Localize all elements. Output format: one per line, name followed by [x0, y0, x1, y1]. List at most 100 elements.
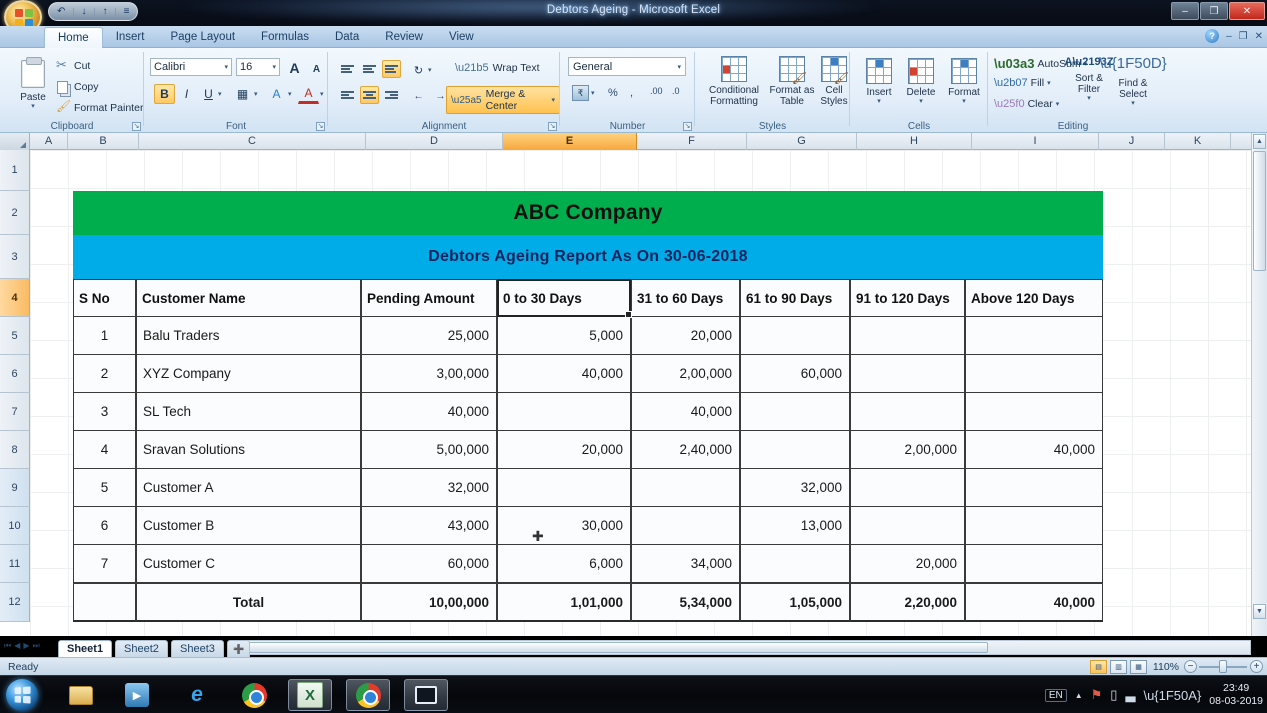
- cell-d0-30[interactable]: [497, 393, 631, 431]
- first-sheet-icon[interactable]: ⏮: [4, 641, 11, 651]
- row-header-4[interactable]: 4: [0, 279, 30, 317]
- cell-above120[interactable]: [965, 469, 1103, 507]
- cell-name[interactable]: Customer B: [136, 507, 361, 545]
- cell-name[interactable]: Sravan Solutions: [136, 431, 361, 469]
- align-right-button[interactable]: [382, 86, 401, 104]
- sheet-tab-sheet2[interactable]: Sheet2: [115, 640, 168, 657]
- close-button[interactable]: ✕: [1229, 2, 1265, 20]
- orientation-button[interactable]: ↻: [408, 60, 429, 80]
- security-shield-icon[interactable]: ⚑: [1091, 687, 1103, 703]
- copy-button[interactable]: Copy: [56, 80, 99, 94]
- cell-d61-90[interactable]: [740, 317, 850, 355]
- cell-name[interactable]: Customer A: [136, 469, 361, 507]
- delete-cells-button[interactable]: Delete ▾: [902, 58, 940, 106]
- row-header-6[interactable]: 6: [0, 355, 30, 393]
- cell-d91-120[interactable]: [850, 393, 965, 431]
- insert-cells-button[interactable]: Insert ▾: [860, 58, 898, 106]
- align-middle-button[interactable]: [360, 60, 379, 78]
- cell-pending[interactable]: 3,00,000: [361, 355, 497, 393]
- column-header-d[interactable]: D: [366, 133, 503, 150]
- taskbar-internet-explorer-icon[interactable]: e: [182, 680, 212, 710]
- total-cell-sno[interactable]: [73, 583, 136, 622]
- column-header-f[interactable]: F: [637, 133, 747, 150]
- clock[interactable]: 23:49 08-03-2019: [1209, 682, 1263, 708]
- italic-button[interactable]: I: [176, 84, 197, 104]
- cell-styles-button[interactable]: Cell Styles: [817, 56, 851, 107]
- font-color-chevron-down-icon[interactable]: ▾: [320, 90, 324, 98]
- tab-insert[interactable]: Insert: [103, 27, 158, 48]
- cell-d31-60[interactable]: [631, 507, 740, 545]
- header-cell-customer-name[interactable]: Customer Name: [136, 279, 361, 317]
- number-format-combobox[interactable]: General ▾: [568, 57, 686, 76]
- network-icon[interactable]: ▃: [1125, 687, 1135, 703]
- close-workbook-icon[interactable]: ✕: [1255, 31, 1263, 42]
- cell-sno[interactable]: 5: [73, 469, 136, 507]
- row-header-8[interactable]: 8: [0, 431, 30, 469]
- cell-d61-90[interactable]: [740, 545, 850, 583]
- cell-pending[interactable]: 5,00,000: [361, 431, 497, 469]
- number-format-chevron-down-icon[interactable]: ▾: [677, 63, 681, 71]
- column-header-j[interactable]: J: [1099, 133, 1165, 150]
- row-header-9[interactable]: 9: [0, 469, 30, 507]
- find-and-select-button[interactable]: \u{1F50D} Find & Select ▾: [1112, 56, 1154, 107]
- cell-d31-60[interactable]: 20,000: [631, 317, 740, 355]
- taskbar-media-player-icon[interactable]: ▶: [122, 680, 152, 710]
- total-cell-d31-60[interactable]: 5,34,000: [631, 583, 740, 622]
- tab-formulas[interactable]: Formulas: [248, 27, 322, 48]
- header-cell-pending-amount[interactable]: Pending Amount: [361, 279, 497, 317]
- row-header-5[interactable]: 5: [0, 317, 30, 355]
- select-all-button[interactable]: [0, 133, 30, 150]
- cell-d91-120[interactable]: [850, 507, 965, 545]
- grow-font-button[interactable]: A: [284, 58, 305, 78]
- align-center-button[interactable]: [360, 86, 379, 104]
- conditional-formatting-button[interactable]: Conditional Formatting: [703, 56, 765, 107]
- cell-sno[interactable]: 3: [73, 393, 136, 431]
- shrink-font-button[interactable]: A: [306, 59, 327, 79]
- alignment-dialog-launcher[interactable]: ↘: [548, 122, 557, 131]
- fill-color-button[interactable]: A: [266, 84, 287, 104]
- cell-d91-120[interactable]: [850, 355, 965, 393]
- cell-d0-30[interactable]: 20,000: [497, 431, 631, 469]
- restore-workbook-icon[interactable]: ❐: [1239, 31, 1248, 42]
- cell-d61-90[interactable]: [740, 393, 850, 431]
- row-header-12[interactable]: 12: [0, 583, 30, 622]
- column-header-h[interactable]: H: [857, 133, 972, 150]
- cell-d0-30[interactable]: 5,000: [497, 317, 631, 355]
- paste-chevron-down-icon[interactable]: ▾: [31, 103, 35, 111]
- accounting-format-button[interactable]: ₹ ▾: [572, 85, 595, 101]
- total-cell-d0-30[interactable]: 1,01,000: [497, 583, 631, 622]
- sheet-tab-sheet3[interactable]: Sheet3: [171, 640, 224, 657]
- cell-d31-60[interactable]: 2,00,000: [631, 355, 740, 393]
- total-cell-above120[interactable]: 40,000: [965, 583, 1103, 622]
- language-indicator[interactable]: EN: [1045, 689, 1067, 702]
- tab-page-layout[interactable]: Page Layout: [157, 27, 248, 48]
- merge-chevron-down-icon[interactable]: ▾: [551, 96, 555, 104]
- cell-sno[interactable]: 1: [73, 317, 136, 355]
- page-break-view-button[interactable]: ▦: [1130, 660, 1147, 674]
- delete-chevron-down-icon[interactable]: ▾: [919, 98, 923, 106]
- column-header-b[interactable]: B: [68, 133, 139, 150]
- cell-above120[interactable]: [965, 507, 1103, 545]
- cell-d61-90[interactable]: 60,000: [740, 355, 850, 393]
- worksheet-area[interactable]: A B C D E F G H I J K 1 2 3 4 5 6 7 8 9 …: [0, 133, 1267, 636]
- percent-style-button[interactable]: %: [608, 87, 618, 99]
- row-header-11[interactable]: 11: [0, 545, 30, 583]
- cell-d0-30[interactable]: 6,000: [497, 545, 631, 583]
- accounting-chevron-down-icon[interactable]: ▾: [591, 89, 595, 97]
- zoom-out-button[interactable]: −: [1184, 660, 1197, 673]
- fill-color-chevron-down-icon[interactable]: ▾: [288, 90, 292, 98]
- restore-button[interactable]: ❐: [1200, 2, 1228, 20]
- total-cell-pending[interactable]: 10,00,000: [361, 583, 497, 622]
- start-button[interactable]: [6, 679, 38, 711]
- company-title-banner[interactable]: ABC Company: [73, 191, 1103, 235]
- cell-d0-30[interactable]: 40,000: [497, 355, 631, 393]
- cell-name[interactable]: XYZ Company: [136, 355, 361, 393]
- number-dialog-launcher[interactable]: ↘: [683, 122, 692, 131]
- merge-and-center-button[interactable]: \u25a5 Merge & Center ▾: [446, 86, 560, 114]
- header-cell-91-to-120-days[interactable]: 91 to 120 Days: [850, 279, 965, 317]
- total-cell-d91-120[interactable]: 2,20,000: [850, 583, 965, 622]
- sheet-nav-buttons[interactable]: ⏮ ◀ ▶ ⏭: [4, 641, 40, 651]
- column-header-g[interactable]: G: [747, 133, 857, 150]
- cell-above120[interactable]: [965, 317, 1103, 355]
- horizontal-scrollbar[interactable]: [245, 640, 1251, 655]
